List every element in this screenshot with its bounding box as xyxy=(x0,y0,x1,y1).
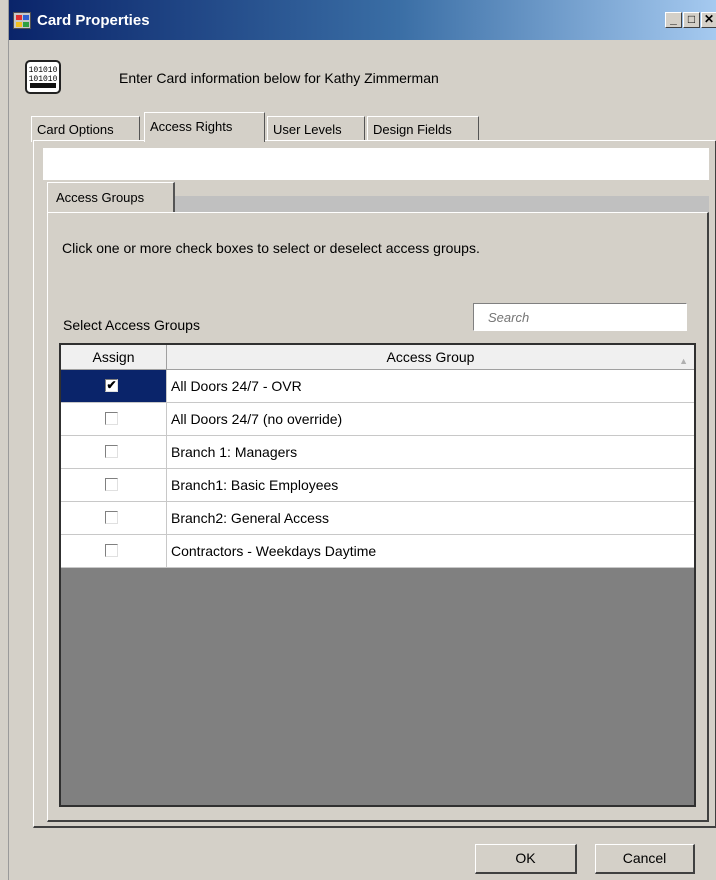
table-row[interactable]: ✔ All Doors 24/7 - OVR xyxy=(61,370,694,403)
assign-cell xyxy=(61,502,167,534)
tab-access-rights[interactable]: Access Rights xyxy=(144,112,265,142)
cancel-button[interactable]: Cancel xyxy=(595,844,695,874)
access-groups-grid: Assign Access Group ▲ ✔ All Doors 24/7 -… xyxy=(59,343,696,807)
assign-checkbox[interactable]: ✔ xyxy=(105,379,118,392)
maximize-button[interactable]: □ xyxy=(683,12,700,28)
minimize-button[interactable]: _ xyxy=(665,12,682,28)
tab-card-options[interactable]: Card Options xyxy=(31,116,140,142)
header-message: Enter Card information below for Kathy Z… xyxy=(119,70,439,86)
close-button[interactable]: ✕ xyxy=(701,12,716,28)
assign-checkbox[interactable] xyxy=(105,412,118,425)
assign-cell xyxy=(61,436,167,468)
ok-button[interactable]: OK xyxy=(475,844,577,874)
assign-cell xyxy=(61,469,167,501)
table-row[interactable]: All Doors 24/7 (no override) xyxy=(61,403,694,436)
select-access-groups-label: Select Access Groups xyxy=(63,317,200,333)
grid-header: Assign Access Group ▲ xyxy=(61,345,694,370)
column-header-access-group[interactable]: Access Group ▲ xyxy=(167,345,694,369)
title-bar[interactable]: Card Properties _ □ ✕ xyxy=(9,0,716,40)
table-row[interactable]: Contractors - Weekdays Daytime xyxy=(61,535,694,568)
panel-header-strip xyxy=(43,148,709,180)
assign-checkbox[interactable] xyxy=(105,544,118,557)
table-row[interactable]: Branch1: Basic Employees xyxy=(61,469,694,502)
search-input[interactable] xyxy=(473,303,687,331)
assign-cell xyxy=(61,403,167,435)
access-group-cell: All Doors 24/7 - OVR xyxy=(171,378,302,394)
window-title: Card Properties xyxy=(37,12,150,29)
tab-user-levels[interactable]: User Levels xyxy=(267,116,365,142)
instructions-text: Click one or more check boxes to select … xyxy=(62,240,480,256)
tab-design-fields[interactable]: Design Fields xyxy=(367,116,479,142)
access-group-cell: Branch1: Basic Employees xyxy=(171,477,339,493)
access-group-cell: Branch2: General Access xyxy=(171,510,329,526)
app-icon xyxy=(13,12,31,29)
assign-checkbox[interactable] xyxy=(105,478,118,491)
tab-access-groups[interactable]: Access Groups xyxy=(47,182,175,212)
assign-cell xyxy=(61,535,167,567)
column-header-access-group-label: Access Group xyxy=(386,349,475,365)
table-row[interactable]: Branch 1: Managers xyxy=(61,436,694,469)
card-properties-window: Card Properties _ □ ✕ 101010 101010 Ente… xyxy=(8,0,716,880)
assign-cell: ✔ xyxy=(61,370,167,402)
assign-checkbox[interactable] xyxy=(105,511,118,524)
card-icon: 101010 101010 xyxy=(25,60,61,94)
assign-checkbox[interactable] xyxy=(105,445,118,458)
column-header-assign[interactable]: Assign xyxy=(61,345,167,369)
access-group-cell: All Doors 24/7 (no override) xyxy=(171,411,343,427)
access-group-cell: Branch 1: Managers xyxy=(171,444,298,460)
access-group-cell: Contractors - Weekdays Daytime xyxy=(171,543,377,559)
table-row[interactable]: Branch2: General Access xyxy=(61,502,694,535)
